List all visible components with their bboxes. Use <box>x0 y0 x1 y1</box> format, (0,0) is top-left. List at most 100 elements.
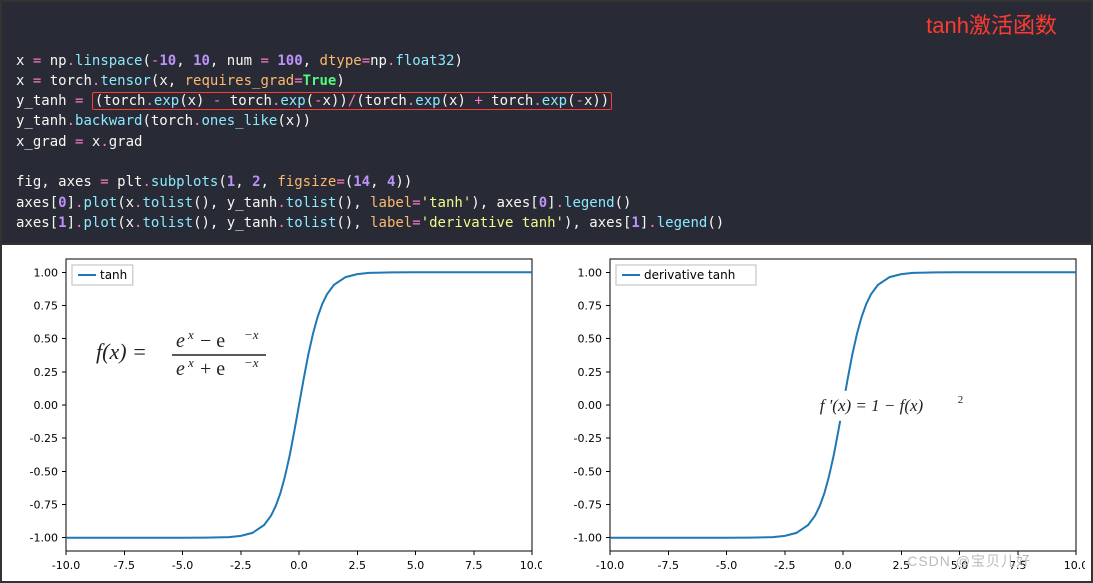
svg-text:0.25: 0.25 <box>34 366 59 379</box>
code-token: label <box>370 215 412 231</box>
svg-text:2: 2 <box>957 394 963 406</box>
code-token: ] <box>67 195 75 211</box>
svg-text:1.00: 1.00 <box>34 267 59 280</box>
code-token: tolist <box>286 195 337 211</box>
svg-text:-0.25: -0.25 <box>30 432 58 445</box>
code-token: )) <box>395 174 412 190</box>
code-token <box>83 93 91 109</box>
svg-text:-0.75: -0.75 <box>30 499 58 512</box>
code-token: ( <box>142 53 150 69</box>
code-token: (x)) <box>277 113 311 129</box>
code-token: y_tanh <box>16 113 67 129</box>
code-token: label <box>370 195 412 211</box>
code-token: () <box>707 215 724 231</box>
code-token: 'tanh' <box>421 195 472 211</box>
svg-text:0.25: 0.25 <box>577 366 602 379</box>
code-token: axes[ <box>16 195 58 211</box>
code-token: x <box>83 134 100 150</box>
code-token: tolist <box>142 215 193 231</box>
code-token: . <box>648 215 656 231</box>
code-token: . <box>100 134 108 150</box>
code-token: . <box>277 195 285 211</box>
code-token: 1 <box>58 215 66 231</box>
svg-text:-0.25: -0.25 <box>573 432 601 445</box>
code-token: ) <box>454 53 462 69</box>
svg-text:5.0: 5.0 <box>950 559 968 572</box>
svg-text:-7.5: -7.5 <box>114 559 135 572</box>
code-token: ( <box>345 174 353 190</box>
code-token: . <box>67 113 75 129</box>
code-token: plot <box>83 195 117 211</box>
svg-text:2.5: 2.5 <box>892 559 910 572</box>
svg-text:−x: −x <box>244 327 259 342</box>
code-token: axes[ <box>16 215 58 231</box>
svg-text:-5.0: -5.0 <box>172 559 193 572</box>
svg-text:f '(x) = 1 − f(x): f '(x) = 1 − f(x) <box>819 396 923 415</box>
svg-text:5.0: 5.0 <box>407 559 425 572</box>
svg-text:0.00: 0.00 <box>577 399 602 412</box>
code-token: , <box>261 174 278 190</box>
svg-text:0.50: 0.50 <box>577 333 602 346</box>
svg-text:0.50: 0.50 <box>34 333 59 346</box>
code-token: requires_grad <box>185 73 295 89</box>
code-token: tensor <box>100 73 151 89</box>
code-token: (), y_tanh <box>193 195 277 211</box>
code-token: = <box>261 53 269 69</box>
code-token: dtype <box>320 53 362 69</box>
svg-text:-2.5: -2.5 <box>230 559 251 572</box>
code-token: (), <box>336 215 370 231</box>
code-token: = <box>336 174 344 190</box>
code-token: torch <box>41 73 92 89</box>
code-token: float32 <box>395 53 454 69</box>
code-token: y_tanh <box>16 93 75 109</box>
code-token: grad <box>109 134 143 150</box>
code-cell: tanh激活函数 x = np.linspace(-10, 10, num = … <box>0 0 1093 245</box>
code-token: (), y_tanh <box>193 215 277 231</box>
svg-text:2.5: 2.5 <box>349 559 367 572</box>
code-token: ] <box>547 195 555 211</box>
code-token: figsize <box>277 174 336 190</box>
code-token: 10 <box>193 53 210 69</box>
plot-output: -1.00-0.75-0.50-0.250.000.250.500.751.00… <box>0 245 1093 583</box>
code-token: ( <box>218 174 226 190</box>
svg-text:0.75: 0.75 <box>577 300 602 313</box>
svg-text:-5.0: -5.0 <box>715 559 736 572</box>
svg-text:e: e <box>176 358 185 380</box>
svg-text:x: x <box>187 327 194 342</box>
svg-text:-7.5: -7.5 <box>657 559 678 572</box>
code-token: 2 <box>252 174 260 190</box>
code-token: ones_like <box>201 113 277 129</box>
code-token: legend <box>657 215 708 231</box>
svg-text:10.0: 10.0 <box>520 559 542 572</box>
svg-text:7.5: 7.5 <box>1009 559 1027 572</box>
code-token: 14 <box>353 174 370 190</box>
code-token: , num <box>210 53 261 69</box>
code-token: x <box>16 53 33 69</box>
code-token: np <box>370 53 387 69</box>
code-token: () <box>615 195 632 211</box>
code-token: , <box>370 174 387 190</box>
code-token: ) <box>336 73 344 89</box>
code-token: ] <box>67 215 75 231</box>
svg-text:-10.0: -10.0 <box>52 559 80 572</box>
highlighted-expression: (torch.exp(x) - torch.exp(-x))/(torch.ex… <box>92 92 612 110</box>
chart-derivative-tanh: -1.00-0.75-0.50-0.250.000.250.500.751.00… <box>552 249 1086 579</box>
annotation-label: tanh激活函数 <box>926 10 1057 42</box>
code-token: 1 <box>631 215 639 231</box>
code-token: (x <box>117 195 134 211</box>
svg-text:-0.50: -0.50 <box>30 466 58 479</box>
code-token: 1 <box>227 174 235 190</box>
code-token: x <box>16 73 33 89</box>
svg-text:7.5: 7.5 <box>465 559 483 572</box>
code-token: 0 <box>58 195 66 211</box>
svg-text:1.00: 1.00 <box>577 267 602 280</box>
svg-text:0.0: 0.0 <box>834 559 852 572</box>
code-token: . <box>67 53 75 69</box>
svg-text:-10.0: -10.0 <box>595 559 623 572</box>
svg-text:10.0: 10.0 <box>1063 559 1085 572</box>
code-token: ), axes[ <box>471 195 538 211</box>
code-token: linspace <box>75 53 142 69</box>
code-token: (torch <box>142 113 193 129</box>
code-token: 10 <box>159 53 176 69</box>
code-token: = <box>412 195 420 211</box>
